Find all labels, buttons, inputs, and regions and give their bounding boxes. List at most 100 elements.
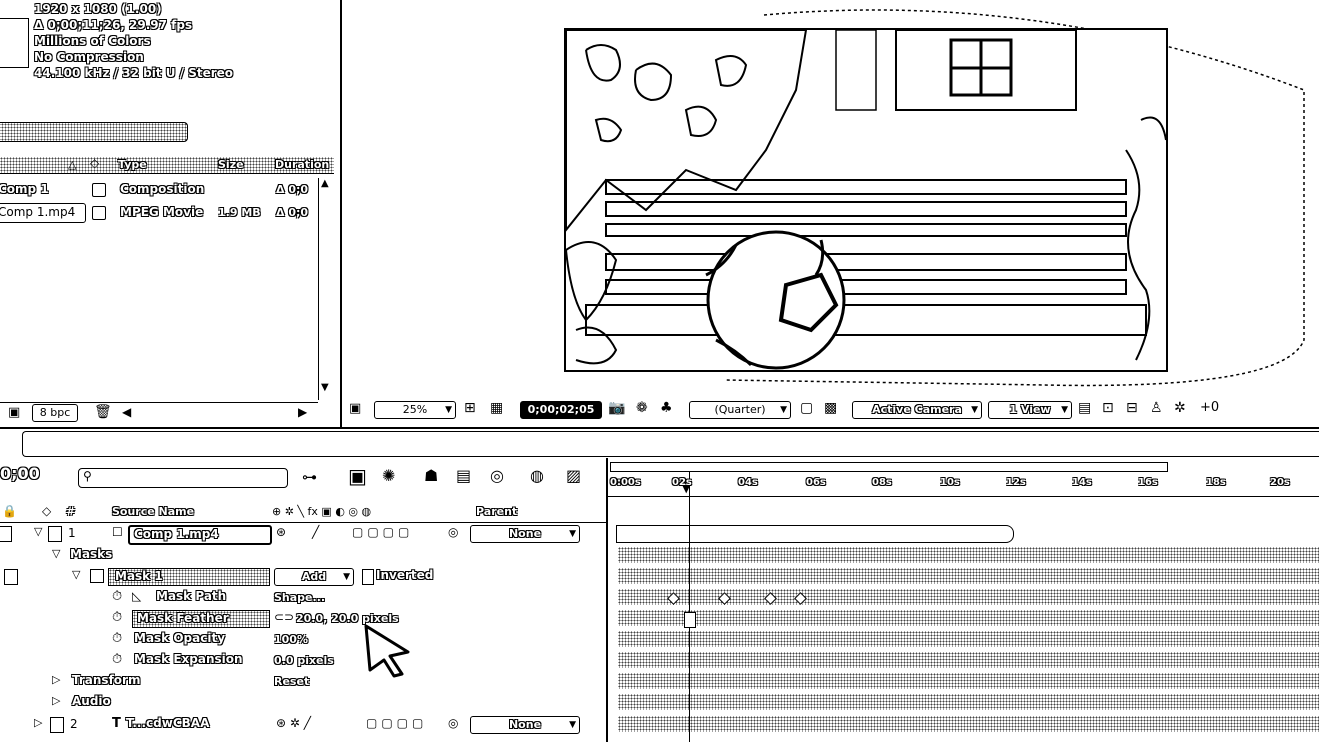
mask-color-swatch[interactable] bbox=[90, 569, 104, 583]
work-area-bar[interactable] bbox=[610, 462, 1168, 472]
show-channel-icon[interactable]: ❁ bbox=[636, 400, 648, 416]
motion-blur-icon[interactable]: ◎ bbox=[490, 466, 504, 485]
mask-visibility-toggle[interactable] bbox=[4, 569, 18, 585]
constrain-link-icon[interactable]: ⊂⊃ bbox=[274, 610, 294, 624]
region-of-interest-icon[interactable]: ▢ bbox=[800, 400, 813, 416]
composition-viewer[interactable] bbox=[344, 0, 1319, 398]
scroll-down-icon[interactable]: ▼ bbox=[321, 382, 329, 393]
mask-expansion-value[interactable]: 0.0 pixels bbox=[274, 654, 334, 667]
graph-icon[interactable]: ▨ bbox=[566, 466, 581, 485]
project-item-comp[interactable]: Comp 1 Composition Δ 0;0 bbox=[0, 180, 320, 200]
scroll-up-icon[interactable]: ▲ bbox=[321, 178, 329, 189]
stopwatch-icon[interactable]: ⏱ bbox=[112, 631, 122, 646]
expand-arrow-icon[interactable]: ▽ bbox=[72, 568, 80, 581]
always-preview-icon[interactable]: ▣ bbox=[349, 401, 361, 416]
pickwhip-icon[interactable]: ◎ bbox=[448, 525, 458, 539]
switch-boxes[interactable]: ⊛ ✲ ╱ bbox=[276, 716, 311, 730]
panel-divider-vertical[interactable] bbox=[340, 0, 342, 428]
expand-arrow-icon[interactable]: ▷ bbox=[34, 716, 42, 729]
pickwhip-icon[interactable]: ◎ bbox=[448, 716, 458, 730]
stopwatch-icon[interactable]: ⏱ bbox=[112, 652, 122, 667]
switch-boxes-2[interactable]: ▢▢▢▢ bbox=[366, 716, 427, 730]
parent-dropdown[interactable]: None ▼ bbox=[470, 716, 580, 734]
stopwatch-icon[interactable]: ⏱ bbox=[112, 589, 122, 604]
camera-dropdown[interactable]: Active Camera ▼ bbox=[852, 401, 982, 419]
mask-name-field[interactable]: Mask 1 bbox=[108, 568, 270, 586]
color-channel-icon[interactable]: ♣ bbox=[660, 400, 673, 416]
label-tag-icon[interactable]: ◇ bbox=[90, 156, 99, 170]
panel-divider-horizontal[interactable] bbox=[0, 427, 1319, 429]
mask-expansion-row[interactable]: ⏱ Mask Expansion 0.0 pixels bbox=[0, 652, 606, 672]
layer-name[interactable]: T...cdwCBAA bbox=[126, 716, 209, 730]
label-color[interactable] bbox=[48, 526, 62, 542]
mask-feather-row[interactable]: ⏱ Mask Feather ⊂⊃ 20.0, 20.0 pixels bbox=[0, 610, 606, 630]
scroll-left-icon[interactable]: ◀ bbox=[122, 405, 131, 419]
mask-opacity-value[interactable]: 100% bbox=[274, 633, 308, 646]
project-search-input[interactable] bbox=[0, 122, 188, 142]
reset-exposure-icon[interactable]: ✲ bbox=[1174, 400, 1186, 416]
scroll-right-icon[interactable]: ▶ bbox=[298, 405, 307, 419]
timeline-current-time[interactable]: 0;00 bbox=[0, 464, 40, 483]
expand-arrow-icon[interactable]: ▽ bbox=[34, 525, 42, 538]
transform-reset[interactable]: Reset bbox=[274, 675, 309, 688]
time-graph[interactable]: ▼ bbox=[608, 458, 1319, 742]
project-item-mp4[interactable]: Comp 1.mp4 MPEG Movie 1.9 MB Δ 0;0 bbox=[0, 203, 320, 225]
current-time-display[interactable]: 0;00;02;05 bbox=[520, 401, 602, 419]
live-update-icon[interactable]: ▣ bbox=[348, 464, 367, 488]
exposure-icon[interactable]: +0 bbox=[1200, 400, 1219, 415]
label-swatch[interactable] bbox=[92, 206, 106, 220]
mask-opacity-row[interactable]: ⏱ Mask Opacity 100% bbox=[0, 631, 606, 651]
parent-header[interactable]: Parent bbox=[476, 505, 517, 518]
snapshot-icon[interactable]: 📷 bbox=[608, 400, 625, 416]
timeline-search-input[interactable]: ⚲ bbox=[78, 468, 288, 488]
stopwatch-icon[interactable]: ⏱ bbox=[112, 610, 122, 625]
transform-row[interactable]: ▷ Transform Reset bbox=[0, 673, 606, 693]
inverted-checkbox[interactable] bbox=[362, 569, 374, 585]
fast-previews-icon[interactable]: ⊡ bbox=[1102, 400, 1114, 416]
trash-icon[interactable]: 🗑 bbox=[94, 404, 112, 420]
expand-arrow-icon[interactable]: ▷ bbox=[52, 694, 60, 707]
label-color[interactable] bbox=[50, 717, 64, 733]
switches-header[interactable]: ⊕ ✲ ╲ fx ▣ ◐ ◎ ◍ bbox=[272, 505, 371, 518]
column-type[interactable]: Type bbox=[118, 158, 147, 171]
audio-row[interactable]: ▷ Audio bbox=[0, 694, 606, 714]
mask-mode-dropdown[interactable]: Add ▼ bbox=[274, 568, 354, 586]
layer-row-2[interactable]: ▷ 2 T T...cdwCBAA ⊛ ✲ ╱ ▢▢▢▢ ◎ None ▼ bbox=[0, 716, 606, 736]
project-scrollbar[interactable]: ▲ ▼ bbox=[318, 178, 335, 400]
flowchart-icon[interactable]: ♙ bbox=[1150, 400, 1163, 416]
view-layout-dropdown[interactable]: 1 View ▼ bbox=[988, 401, 1072, 419]
safe-zones-icon[interactable]: ⊞ bbox=[464, 400, 476, 416]
interpret-footage-icon[interactable]: ▣ bbox=[8, 405, 20, 420]
expand-arrow-icon[interactable]: ▷ bbox=[52, 673, 60, 686]
timeline-icon[interactable]: ⊟ bbox=[1126, 400, 1138, 416]
graph-keyframe-icon[interactable]: ◺ bbox=[132, 589, 141, 603]
layer-row-1[interactable]: ▽ 1 ☐ Comp 1.mp4 ⊛ ╱ ▢▢▢▢ ◎ None ▼ bbox=[0, 525, 606, 545]
hide-shy-layers-icon[interactable]: ☗ bbox=[424, 466, 438, 485]
column-size[interactable]: Size bbox=[218, 158, 244, 171]
source-name-header[interactable]: Source Name bbox=[112, 505, 194, 518]
layer-number-header[interactable]: # bbox=[66, 505, 75, 518]
mask-1-row[interactable]: ▽ Mask 1 Add ▼ Inverted bbox=[0, 568, 606, 588]
switch-boxes[interactable]: ▢▢▢▢ bbox=[352, 525, 413, 539]
layer-1-bar[interactable] bbox=[616, 525, 1014, 543]
layer-name-box[interactable]: Comp 1.mp4 bbox=[128, 525, 272, 545]
current-time-indicator[interactable] bbox=[689, 472, 690, 742]
lock-icon[interactable]: 🔒 bbox=[2, 504, 17, 518]
shy-icon[interactable]: ⊛ bbox=[276, 525, 286, 539]
bpc-button[interactable]: 8 bpc bbox=[32, 404, 78, 422]
mask-path-row[interactable]: ⏱ ◺ Mask Path Shape... bbox=[0, 589, 606, 609]
zoom-dropdown[interactable]: 25% ▼ bbox=[374, 401, 456, 419]
mask-path-value[interactable]: Shape... bbox=[274, 591, 325, 604]
grid-icon[interactable]: ▦ bbox=[490, 400, 503, 416]
sort-arrow-icon[interactable]: △ bbox=[68, 158, 76, 171]
expand-arrow-icon[interactable]: ▽ bbox=[52, 547, 60, 560]
quality-icon[interactable]: ╱ bbox=[312, 525, 319, 539]
composition-mini-flowchart-icon[interactable]: ⊶ bbox=[302, 468, 317, 486]
frame-blending-icon[interactable]: ▤ bbox=[456, 466, 471, 485]
resolution-dropdown[interactable]: (Quarter) ▼ bbox=[689, 401, 791, 419]
label-swatch[interactable] bbox=[92, 183, 106, 197]
parent-dropdown[interactable]: None ▼ bbox=[470, 525, 580, 543]
draft-3d-icon[interactable]: ✺ bbox=[382, 466, 395, 485]
toggle-pixel-aspect-icon[interactable]: ▤ bbox=[1078, 400, 1091, 416]
video-toggle[interactable] bbox=[0, 526, 12, 542]
